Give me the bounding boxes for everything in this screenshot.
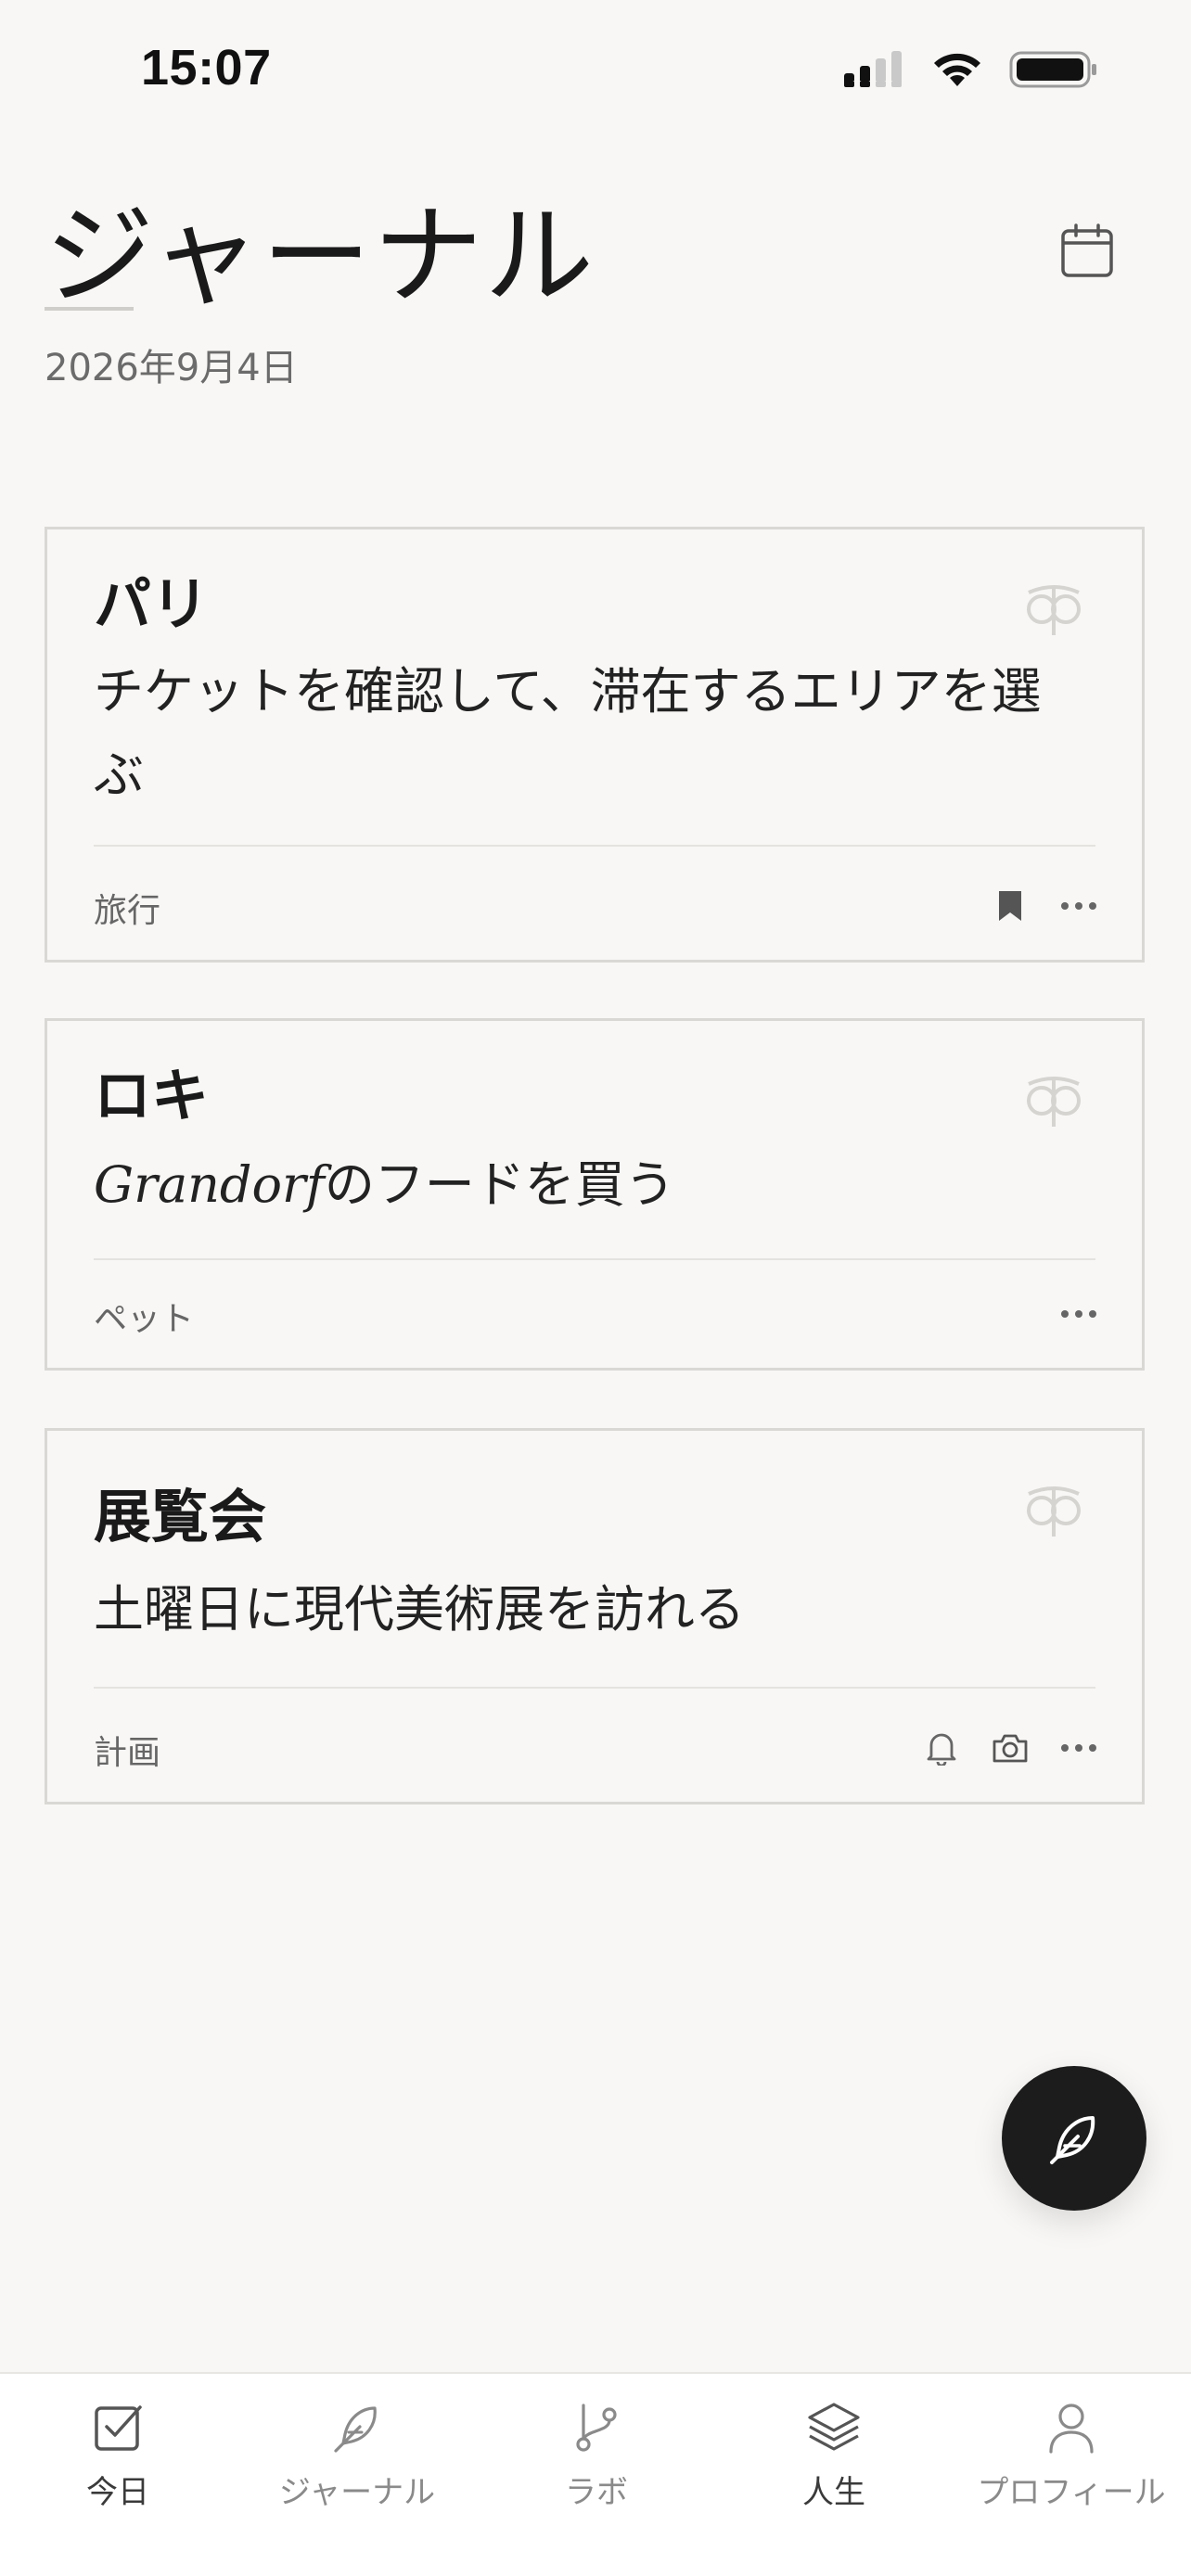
card-title: ロキ [94, 1062, 210, 1129]
bookmark-icon[interactable] [990, 886, 1031, 926]
tab-bar: 今日 ジャーナル ラボ 人生 プロフィール [0, 2372, 1191, 2576]
tab-label: プロフィール [977, 2474, 1166, 2511]
card-actions [990, 880, 1099, 932]
more-icon[interactable] [1058, 1294, 1099, 1334]
card-divider [94, 1258, 1095, 1260]
card-body: Grandorfのフードを買う [94, 1143, 1068, 1227]
status-icons [842, 46, 1098, 93]
card-title: 展覧会 [94, 1483, 267, 1550]
tab-lab[interactable]: ラボ [480, 2400, 712, 2512]
branch-icon [576, 2404, 617, 2452]
card-body-text: のフードを買う [324, 1155, 675, 1214]
card-tag: 計画 [94, 1734, 161, 1772]
feather-pen-icon [1050, 2116, 1095, 2164]
card-divider [94, 845, 1095, 847]
tab-journal[interactable]: ジャーナル [241, 2400, 473, 2512]
bell-icon[interactable] [921, 1728, 962, 1768]
more-icon[interactable] [1058, 1728, 1099, 1768]
title-underline [45, 307, 134, 311]
card-actions [1058, 1288, 1099, 1340]
layers-icon [808, 2403, 860, 2451]
tab-today[interactable]: 今日 [2, 2400, 234, 2512]
card-title: パリ [94, 570, 210, 638]
journal-card-loki[interactable]: ロキ Grandorfのフードを買う ペット [45, 1018, 1145, 1371]
card-body-brand: Grandorf [94, 1155, 325, 1214]
calendar-icon [1061, 223, 1113, 277]
tab-life[interactable]: 人生 [718, 2400, 950, 2512]
camera-icon[interactable] [990, 1728, 1031, 1768]
page-date: 2026年9月4日 [45, 347, 298, 389]
new-entry-button[interactable] [1002, 2066, 1146, 2211]
journal-card-exhibition[interactable]: 展覧会 土曜日に現代美術展を訪れる 計画 [45, 1428, 1145, 1804]
tab-profile[interactable]: プロフィール [955, 2400, 1187, 2512]
emblem-icon [1027, 1077, 1081, 1127]
more-icon[interactable] [1058, 886, 1099, 926]
card-divider [94, 1687, 1095, 1689]
tab-label: 今日 [86, 2474, 149, 2511]
calendar-button[interactable] [1054, 218, 1121, 285]
card-body: チケットを確認して、滞在するエリアを選ぶ [94, 662, 1042, 804]
emblem-icon [1027, 585, 1081, 635]
card-tag: 旅行 [94, 892, 161, 930]
checkbox-icon [95, 2405, 142, 2451]
cellular-signal-icon [842, 49, 905, 90]
card-body: 土曜日に現代美術展を訪れる [94, 1580, 745, 1639]
card-tag: ペット [94, 1300, 195, 1338]
emblem-icon [1027, 1486, 1081, 1537]
page-title: ジャーナル [45, 192, 596, 320]
tab-label: 人生 [802, 2474, 865, 2511]
card-actions [921, 1722, 1099, 1774]
wifi-icon [929, 49, 985, 90]
journal-card-paris[interactable]: パリ チケットを確認して、滞在するエリアを選ぶ 旅行 [45, 527, 1145, 963]
tab-label: ラボ [565, 2474, 628, 2511]
tab-label: ジャーナル [278, 2474, 436, 2511]
person-icon [1049, 2404, 1094, 2454]
feather-icon [334, 2406, 377, 2453]
status-bar: 15:07 [0, 0, 1191, 139]
status-time: 15:07 [141, 40, 272, 96]
battery-icon [1009, 49, 1098, 90]
